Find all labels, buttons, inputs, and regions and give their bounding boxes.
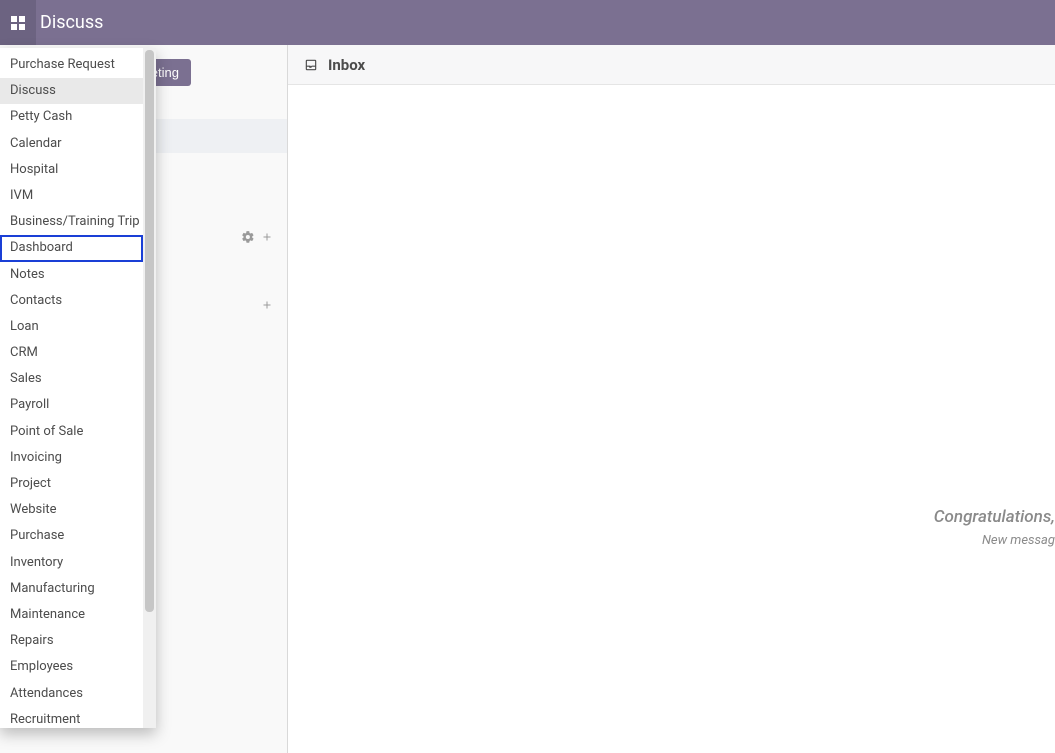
scrollbar-thumb[interactable] <box>145 50 154 612</box>
main-area: Inbox Congratulations, New messag <box>288 45 1055 753</box>
empty-subtext: New messag <box>934 533 1055 548</box>
main-body: Congratulations, New messag <box>288 85 1055 753</box>
apps-dropdown-list: Purchase RequestDiscussPetty CashCalenda… <box>0 48 143 728</box>
app-menu-item[interactable]: IVM <box>0 183 143 209</box>
app-menu-item[interactable]: Attendances <box>0 681 143 707</box>
empty-heading: Congratulations, <box>934 507 1055 527</box>
app-menu-item[interactable]: CRM <box>0 340 143 366</box>
app-menu-item[interactable]: Recruitment <box>0 707 143 728</box>
empty-state: Congratulations, New messag <box>934 507 1055 548</box>
app-menu-item[interactable]: Employees <box>0 654 143 680</box>
app-menu-item[interactable]: Website <box>0 497 143 523</box>
page-title: Discuss <box>40 12 103 33</box>
apps-icon <box>10 15 26 31</box>
gear-icon[interactable] <box>241 230 255 244</box>
dropdown-scrollbar[interactable] <box>143 48 156 728</box>
apps-dropdown: Purchase RequestDiscussPetty CashCalenda… <box>0 48 156 728</box>
inbox-title: Inbox <box>328 56 365 74</box>
app-menu-item[interactable]: Maintenance <box>0 602 143 628</box>
content-layout: eting Inbox Congratu <box>0 45 1055 753</box>
inbox-icon <box>304 58 318 72</box>
app-menu-item[interactable]: Project <box>0 471 143 497</box>
app-menu-item[interactable]: Purchase Request <box>0 52 143 78</box>
app-menu-item[interactable]: Dashboard <box>0 235 143 261</box>
app-menu-item[interactable]: Inventory <box>0 550 143 576</box>
app-menu-item[interactable]: Point of Sale <box>0 419 143 445</box>
app-menu-item[interactable]: Notes <box>0 262 143 288</box>
main-header: Inbox <box>288 45 1055 85</box>
plus-icon[interactable] <box>261 299 273 311</box>
app-menu-item[interactable]: Business/Training Trip <box>0 209 143 235</box>
app-menu-item[interactable]: Hospital <box>0 157 143 183</box>
app-menu-item[interactable]: Petty Cash <box>0 104 143 130</box>
app-menu-item[interactable]: Loan <box>0 314 143 340</box>
app-menu-item[interactable]: Contacts <box>0 288 143 314</box>
app-menu-item[interactable]: Purchase <box>0 523 143 549</box>
topbar: Discuss <box>0 0 1055 45</box>
app-menu-item[interactable]: Payroll <box>0 392 143 418</box>
app-menu-item[interactable]: Sales <box>0 366 143 392</box>
plus-icon[interactable] <box>261 231 273 243</box>
app-menu-item[interactable]: Manufacturing <box>0 576 143 602</box>
app-menu-item[interactable]: Invoicing <box>0 445 143 471</box>
app-menu-item[interactable]: Calendar <box>0 131 143 157</box>
apps-menu-button[interactable] <box>0 0 36 45</box>
app-menu-item[interactable]: Repairs <box>0 628 143 654</box>
app-menu-item[interactable]: Discuss <box>0 78 143 104</box>
